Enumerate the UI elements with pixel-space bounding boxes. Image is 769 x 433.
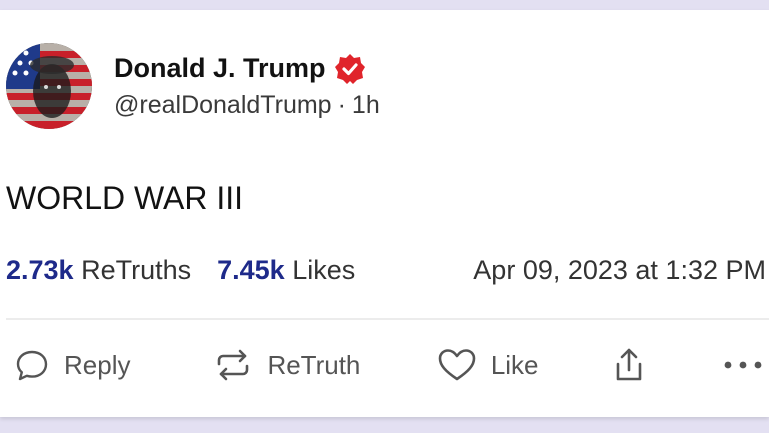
time-ago: 1h <box>351 90 380 119</box>
divider <box>6 318 769 320</box>
reply-button[interactable]: Reply <box>14 347 213 383</box>
retruth-icon <box>218 349 249 381</box>
likes-stat[interactable]: 7.45k Likes <box>217 255 355 286</box>
share-button[interactable] <box>612 346 722 384</box>
post-stats: 2.73k ReTruths 7.45k Likes Apr 09, 2023 … <box>6 255 766 286</box>
verified-badge-icon <box>334 53 365 84</box>
post-header: Donald J. Trump @realDonaldTrump · 1h <box>6 43 380 129</box>
reply-label: Reply <box>64 349 131 380</box>
share-icon <box>617 348 642 381</box>
retruth-label: ReTruth <box>267 349 361 380</box>
avatar[interactable] <box>6 43 92 129</box>
retruths-count: 2.73k <box>6 255 74 285</box>
reply-icon <box>16 350 48 381</box>
likes-count: 7.45k <box>217 255 285 285</box>
retruths-stat[interactable]: 2.73k ReTruths <box>6 255 191 286</box>
post-text: WORLD WAR III <box>6 180 244 216</box>
retruth-button[interactable]: ReTruth <box>213 347 436 383</box>
post-card: Donald J. Trump @realDonaldTrump · 1h WORL… <box>0 10 769 417</box>
handle-row: @realDonaldTrump · 1h <box>114 91 380 120</box>
handle-separator: · <box>337 90 346 119</box>
like-label: Like <box>490 349 539 380</box>
likes-label: Likes <box>292 255 356 285</box>
handle[interactable]: @realDonaldTrump <box>114 91 332 119</box>
more-button[interactable] <box>722 359 764 371</box>
more-icon <box>724 361 762 369</box>
avatar-image <box>6 43 92 129</box>
author-info: Donald J. Trump @realDonaldTrump · 1h <box>114 53 380 120</box>
name-row: Donald J. Trump <box>114 53 380 85</box>
like-button[interactable]: Like <box>437 347 613 383</box>
retruths-label: ReTruths <box>81 255 192 285</box>
display-name[interactable]: Donald J. Trump <box>114 53 326 84</box>
post-timestamp: Apr 09, 2023 at 1:32 PM <box>473 255 766 285</box>
action-bar: Reply ReTruth Like <box>14 346 764 384</box>
heart-icon <box>438 349 476 381</box>
